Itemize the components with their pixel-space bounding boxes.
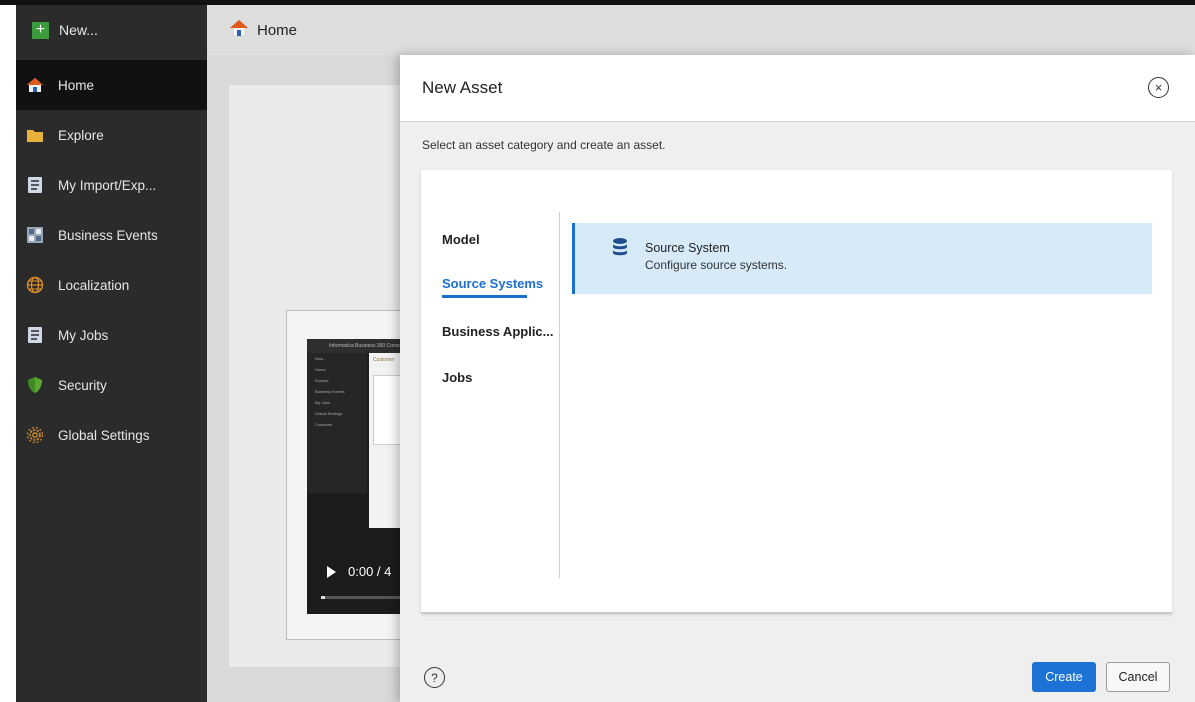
new-button[interactable]: + New... — [16, 5, 207, 55]
asset-item-source-system[interactable]: Source System Configure source systems. — [572, 223, 1152, 294]
import-export-icon — [26, 176, 44, 194]
video-controls: 0:00 / 4 — [327, 564, 391, 579]
video-menu-item: My Jobs — [315, 400, 330, 405]
sidebar-item-my-jobs[interactable]: My Jobs — [16, 310, 207, 360]
video-menu-item: Business Events — [315, 389, 345, 394]
category-jobs[interactable]: Jobs — [442, 370, 472, 385]
sidebar-item-business-events[interactable]: Business Events — [16, 210, 207, 260]
left-margin — [0, 5, 16, 702]
create-button[interactable]: Create — [1032, 662, 1096, 692]
close-icon: × — [1154, 80, 1163, 95]
video-menu-item: New... — [315, 356, 327, 361]
dialog-header: New Asset × — [400, 55, 1195, 122]
sidebar-item-label: Home — [58, 77, 95, 93]
sidebar-item-localization[interactable]: Localization — [16, 260, 207, 310]
video-app-tab: Customer — [373, 357, 395, 363]
database-icon — [612, 237, 628, 259]
home-icon — [229, 19, 249, 42]
sidebar-item-import-export[interactable]: My Import/Exp... — [16, 160, 207, 210]
video-menu-item: Global Settings — [315, 411, 343, 416]
video-app-sidebar: New... Home Explore Business Events My J… — [307, 353, 367, 493]
sidebar-item-label: My Jobs — [58, 327, 109, 343]
asset-panel: Model Source Systems Business Applic... … — [421, 170, 1172, 614]
selected-category-indicator — [442, 295, 527, 298]
category-model[interactable]: Model — [442, 232, 480, 247]
sidebar-item-home[interactable]: Home — [16, 60, 207, 110]
sidebar-item-label: My Import/Exp... — [58, 177, 157, 193]
sidebar-item-label: Localization — [58, 277, 130, 293]
business-events-icon — [26, 226, 44, 244]
category-source-systems[interactable]: Source Systems — [442, 276, 543, 291]
asset-title: Source System — [645, 241, 730, 255]
folder-icon — [26, 126, 44, 144]
video-progress-fill — [321, 596, 325, 599]
new-asset-dialog: New Asset × Select an asset category and… — [400, 55, 1195, 702]
shield-icon — [26, 376, 44, 394]
new-button-label: New... — [59, 22, 98, 38]
dialog-title: New Asset — [422, 78, 503, 97]
sidebar-item-global-settings[interactable]: Global Settings — [16, 410, 207, 460]
video-menu-item: Home — [315, 367, 326, 372]
sidebar-item-label: Explore — [58, 127, 104, 143]
help-icon: ? — [431, 670, 438, 685]
plus-icon: + — [32, 21, 49, 39]
sidebar-item-security[interactable]: Security — [16, 360, 207, 410]
gear-icon — [26, 426, 44, 444]
help-button[interactable]: ? — [424, 667, 445, 688]
globe-icon — [26, 276, 44, 294]
dialog-instruction: Select an asset category and create an a… — [422, 138, 666, 152]
sidebar-item-label: Global Settings — [58, 427, 150, 443]
sidebar-item-label: Security — [58, 377, 107, 393]
play-icon[interactable] — [327, 565, 336, 578]
home-icon — [26, 76, 44, 94]
video-menu-item: Customer — [315, 422, 333, 427]
asset-description: Configure source systems. — [645, 258, 788, 272]
cancel-button[interactable]: Cancel — [1106, 662, 1170, 692]
video-time: 0:00 / 4 — [348, 564, 392, 579]
close-button[interactable]: × — [1148, 77, 1169, 98]
video-menu-item: Explore — [315, 378, 329, 383]
page-header: Home — [207, 5, 1195, 55]
category-divider — [559, 212, 560, 578]
category-business-applications[interactable]: Business Applic... — [442, 324, 554, 339]
sidebar: + New... Home Explore My Import/Exp... B… — [16, 5, 207, 702]
page-title: Home — [257, 21, 298, 39]
sidebar-item-explore[interactable]: Explore — [16, 110, 207, 160]
jobs-icon — [26, 326, 44, 344]
sidebar-item-label: Business Events — [58, 227, 158, 243]
